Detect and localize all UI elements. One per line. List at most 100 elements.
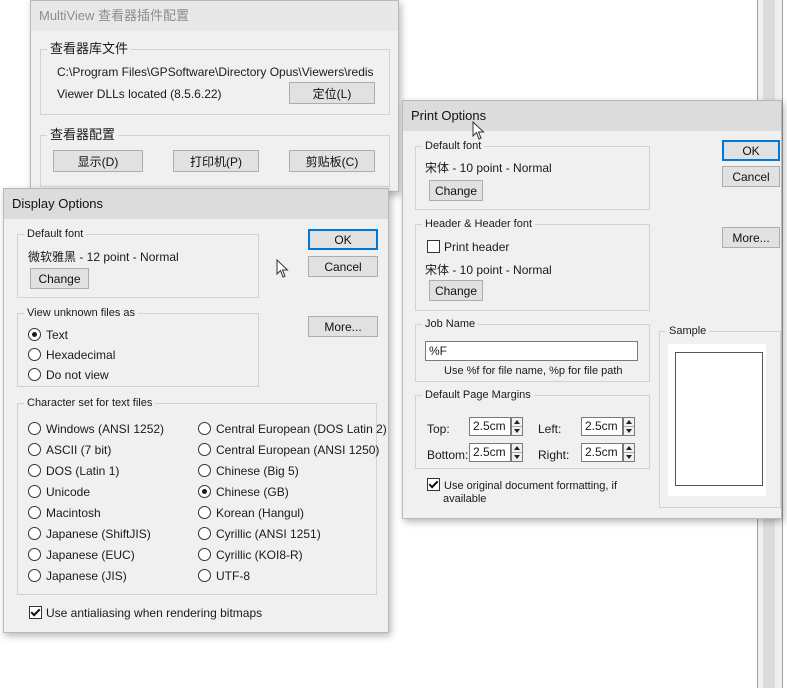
multiview-config-dialog: MultiView 查看器插件配置 查看器库文件 C:\Program File… bbox=[30, 0, 399, 192]
view-option-text[interactable]: Text bbox=[28, 327, 68, 343]
margin-bottom-label: Bottom: bbox=[427, 448, 469, 462]
radio-icon bbox=[28, 443, 41, 456]
margin-left-spinner[interactable] bbox=[623, 417, 635, 436]
charset-cyrillic-koi8r[interactable]: Cyrillic (KOI8-R) bbox=[198, 547, 303, 563]
print-change-font-button[interactable]: Change bbox=[429, 180, 483, 201]
radio-icon bbox=[198, 548, 211, 561]
page-margins-group-label: Default Page Margins bbox=[422, 388, 534, 402]
print-font-value: 宋体 - 10 point - Normal bbox=[425, 161, 552, 175]
radio-icon bbox=[198, 527, 211, 540]
display-ok-button[interactable]: OK bbox=[308, 229, 378, 250]
header-font-group: Header & Header font Print header 宋体 - 1… bbox=[415, 217, 650, 311]
charset-windows-ansi-1252[interactable]: Windows (ANSI 1252) bbox=[28, 421, 164, 437]
locate-button[interactable]: 定位(L) bbox=[289, 82, 375, 104]
header-font-value: 宋体 - 10 point - Normal bbox=[425, 263, 552, 277]
original-format-checkbox[interactable]: Use original document formatting, if ava… bbox=[427, 478, 617, 506]
radio-icon bbox=[28, 348, 41, 361]
charset-japanese-shiftjis[interactable]: Japanese (ShiftJIS) bbox=[28, 526, 151, 542]
viewer-config-group-label: 查看器配置 bbox=[47, 127, 119, 143]
charset-central-european-ansi-1250[interactable]: Central European (ANSI 1250) bbox=[198, 442, 379, 458]
charset-macintosh[interactable]: Macintosh bbox=[28, 505, 101, 521]
radio-icon bbox=[198, 506, 211, 519]
charset-japanese-euc[interactable]: Japanese (EUC) bbox=[28, 547, 135, 563]
display-change-font-button[interactable]: Change bbox=[30, 268, 89, 289]
charset-japanese-jis[interactable]: Japanese (JIS) bbox=[28, 568, 127, 584]
charset-ascii-7bit[interactable]: ASCII (7 bit) bbox=[28, 442, 111, 458]
arrow-up-icon[interactable] bbox=[512, 418, 522, 427]
display-button[interactable]: 显示(D) bbox=[53, 150, 143, 172]
margin-bottom-input[interactable]: 2.5cm bbox=[469, 443, 511, 462]
print-options-titlebar: Print Options bbox=[403, 101, 781, 131]
margin-right-input[interactable]: 2.5cm bbox=[581, 443, 623, 462]
margin-top-input[interactable]: 2.5cm bbox=[469, 417, 511, 436]
print-header-checkbox[interactable]: Print header bbox=[427, 239, 509, 255]
margin-left-input[interactable]: 2.5cm bbox=[581, 417, 623, 436]
view-option-do-not-view[interactable]: Do not view bbox=[28, 367, 109, 383]
job-name-group-label: Job Name bbox=[422, 317, 479, 331]
arrow-up-icon[interactable] bbox=[624, 418, 634, 427]
job-name-input[interactable]: %F bbox=[425, 341, 638, 361]
radio-icon bbox=[28, 464, 41, 477]
display-default-font-label: Default font bbox=[24, 227, 87, 241]
print-more-button[interactable]: More... bbox=[722, 227, 780, 248]
radio-icon bbox=[198, 443, 211, 456]
print-default-font-group: Default font 宋体 - 10 point - Normal Chan… bbox=[415, 139, 650, 210]
view-option-hexadecimal[interactable]: Hexadecimal bbox=[28, 347, 115, 363]
print-default-font-label: Default font bbox=[422, 139, 485, 153]
charset-group: Character set for text files Windows (AN… bbox=[17, 396, 387, 595]
header-font-group-label: Header & Header font bbox=[422, 217, 536, 231]
checkbox-icon bbox=[427, 478, 440, 491]
radio-icon bbox=[28, 527, 41, 540]
view-unknown-label: View unknown files as bbox=[24, 306, 139, 320]
radio-icon bbox=[28, 548, 41, 561]
radio-icon bbox=[28, 485, 41, 498]
radio-icon bbox=[198, 464, 211, 477]
arrow-down-icon[interactable] bbox=[624, 427, 634, 436]
header-change-font-button[interactable]: Change bbox=[429, 280, 483, 301]
margin-bottom-spinner[interactable] bbox=[511, 443, 523, 462]
display-font-value: 微软雅黑 - 12 point - Normal bbox=[28, 250, 179, 264]
display-options-titlebar: Display Options bbox=[4, 189, 388, 219]
job-name-group: Job Name %F Use %f for file name, %p for… bbox=[415, 317, 650, 382]
charset-unicode[interactable]: Unicode bbox=[28, 484, 90, 500]
arrow-down-icon[interactable] bbox=[512, 453, 522, 462]
charset-chinese-big5[interactable]: Chinese (Big 5) bbox=[198, 463, 299, 479]
arrow-up-icon[interactable] bbox=[624, 444, 634, 453]
radio-icon bbox=[28, 506, 41, 519]
display-default-font-group: Default font 微软雅黑 - 12 point - Normal Ch… bbox=[17, 227, 259, 298]
print-cancel-button[interactable]: Cancel bbox=[722, 166, 780, 187]
arrow-down-icon[interactable] bbox=[512, 427, 522, 436]
display-more-button[interactable]: More... bbox=[308, 316, 378, 337]
arrow-up-icon[interactable] bbox=[512, 444, 522, 453]
radio-icon bbox=[198, 569, 211, 582]
charset-chinese-gb[interactable]: Chinese (GB) bbox=[198, 484, 289, 500]
display-cancel-button[interactable]: Cancel bbox=[308, 256, 378, 277]
viewer-library-group: 查看器库文件 C:\Program Files\GPSoftware\Direc… bbox=[40, 41, 390, 115]
print-ok-button[interactable]: OK bbox=[722, 140, 780, 161]
print-options-dialog: Print Options Default font 宋体 - 10 point… bbox=[402, 100, 782, 519]
charset-cyrillic-ansi-1251[interactable]: Cyrillic (ANSI 1251) bbox=[198, 526, 321, 542]
charset-central-european-dos-latin-2[interactable]: Central European (DOS Latin 2) bbox=[198, 421, 387, 437]
margin-right-label: Right: bbox=[538, 448, 570, 462]
margin-right-spinner[interactable] bbox=[623, 443, 635, 462]
clipboard-button[interactable]: 剪贴板(C) bbox=[289, 150, 375, 172]
antialias-checkbox[interactable]: Use antialiasing when rendering bitmaps bbox=[29, 605, 262, 621]
sample-page bbox=[675, 352, 763, 486]
margin-top-label: Top: bbox=[427, 422, 450, 436]
viewer-config-group: 查看器配置 显示(D) 打印机(P) 剪贴板(C) bbox=[40, 127, 390, 187]
radio-icon bbox=[198, 485, 211, 498]
multiview-titlebar: MultiView 查看器插件配置 bbox=[31, 1, 398, 31]
job-name-hint: Use %f for file name, %p for file path bbox=[444, 365, 623, 377]
sample-preview bbox=[668, 344, 766, 496]
charset-korean-hangul[interactable]: Korean (Hangul) bbox=[198, 505, 304, 521]
checkbox-icon bbox=[427, 240, 440, 253]
printer-button[interactable]: 打印机(P) bbox=[173, 150, 259, 172]
charset-utf8[interactable]: UTF-8 bbox=[198, 568, 250, 584]
radio-icon bbox=[198, 422, 211, 435]
viewer-library-path: C:\Program Files\GPSoftware\Directory Op… bbox=[57, 65, 374, 79]
mouse-cursor-icon bbox=[472, 121, 485, 140]
arrow-down-icon[interactable] bbox=[624, 453, 634, 462]
margin-top-spinner[interactable] bbox=[511, 417, 523, 436]
charset-dos-latin-1[interactable]: DOS (Latin 1) bbox=[28, 463, 119, 479]
margin-left-label: Left: bbox=[538, 422, 562, 436]
